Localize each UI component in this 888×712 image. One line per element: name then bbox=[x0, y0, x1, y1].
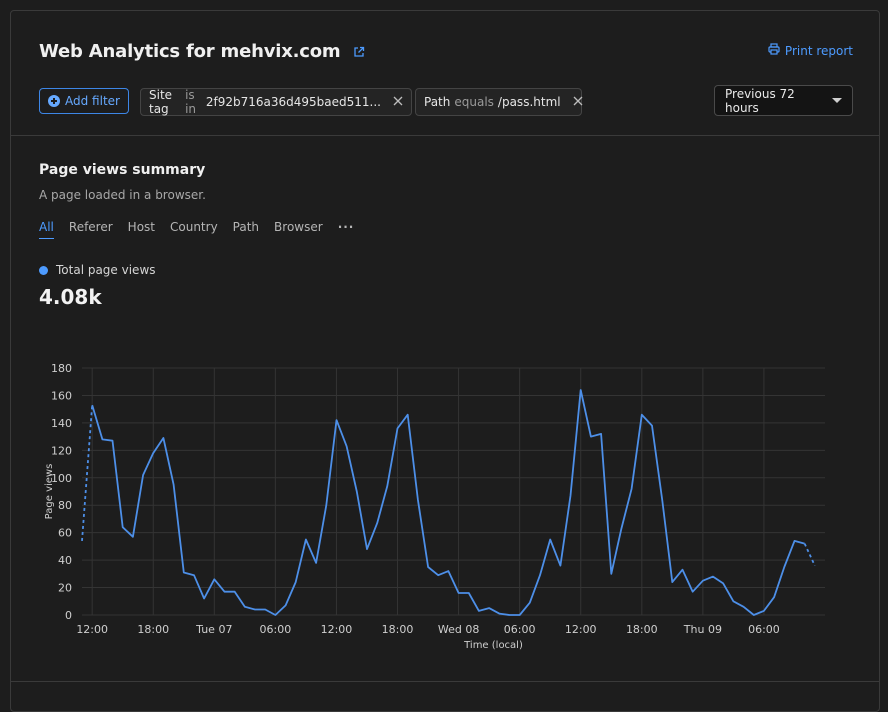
time-range-select[interactable]: Previous 72 hours bbox=[714, 85, 853, 116]
legend-label: Total page views bbox=[56, 263, 156, 277]
y-tick-label: 20 bbox=[58, 582, 72, 595]
section-subtitle: A page loaded in a browser. bbox=[39, 188, 206, 202]
printer-icon bbox=[768, 43, 780, 58]
tab-host[interactable]: Host bbox=[128, 220, 155, 239]
series-line bbox=[91, 389, 805, 616]
tab-country[interactable]: Country bbox=[170, 220, 218, 239]
y-tick-label: 120 bbox=[51, 444, 72, 457]
divider bbox=[11, 681, 879, 682]
y-tick-label: 80 bbox=[58, 499, 72, 512]
tab-all[interactable]: All bbox=[39, 220, 54, 239]
x-tick-label: 12:00 bbox=[76, 623, 108, 636]
series-legend: Total page views bbox=[39, 263, 156, 277]
chevron-down-icon bbox=[832, 98, 842, 103]
x-tick-label: 06:00 bbox=[504, 623, 536, 636]
series-line-partial-end bbox=[803, 543, 816, 566]
page-views-chart: 02040608010012014016018012:00 18:00 Tue 07… bbox=[44, 362, 825, 651]
x-axis-label: Time (local) bbox=[463, 640, 523, 651]
y-tick-label: 60 bbox=[58, 527, 72, 540]
filter-chip-site-tag[interactable]: Site tag is in 2f92b716a36d495baed511... bbox=[140, 88, 412, 116]
y-axis-label: Page views bbox=[44, 464, 55, 520]
y-tick-label: 140 bbox=[51, 417, 72, 430]
tab-path[interactable]: Path bbox=[233, 220, 259, 239]
remove-filter-icon[interactable] bbox=[393, 95, 403, 109]
x-tick-label: Wed 08 bbox=[438, 623, 479, 636]
x-tick-label: Thu 09 bbox=[683, 623, 722, 636]
section-title: Page views summary bbox=[39, 162, 206, 178]
add-filter-button[interactable]: Add filter bbox=[39, 88, 129, 114]
remove-filter-icon[interactable] bbox=[573, 95, 583, 109]
x-tick-label: 18:00 bbox=[382, 623, 414, 636]
series-line-partial-start bbox=[81, 404, 94, 541]
more-options-icon[interactable]: ··· bbox=[338, 220, 355, 239]
print-report-button[interactable]: Print report bbox=[768, 43, 853, 58]
x-tick-label: 06:00 bbox=[260, 623, 292, 636]
x-tick-label: 12:00 bbox=[321, 623, 353, 636]
y-tick-label: 40 bbox=[58, 554, 72, 567]
x-tick-label: Tue 07 bbox=[195, 623, 232, 636]
external-link-icon[interactable] bbox=[353, 42, 365, 63]
total-page-views: 4.08k bbox=[39, 285, 102, 309]
plus-circle-icon bbox=[48, 95, 60, 107]
x-tick-label: 12:00 bbox=[565, 623, 597, 636]
y-tick-label: 180 bbox=[51, 362, 72, 375]
x-tick-label: 18:00 bbox=[137, 623, 169, 636]
legend-dot bbox=[39, 265, 48, 275]
report-header: Web Analytics for mehvix.com Print repor… bbox=[11, 11, 879, 136]
tab-referer[interactable]: Referer bbox=[69, 220, 113, 239]
breakdown-tabs: All Referer Host Country Path Browser ··… bbox=[39, 220, 354, 239]
x-tick-label: 06:00 bbox=[748, 623, 780, 636]
y-tick-label: 0 bbox=[65, 609, 72, 622]
x-tick-label: 18:00 bbox=[626, 623, 658, 636]
page-title: Web Analytics for mehvix.com bbox=[39, 41, 365, 63]
filter-chip-path[interactable]: Path equals /pass.html bbox=[415, 88, 583, 116]
analytics-panel: Web Analytics for mehvix.com Print repor… bbox=[10, 10, 880, 712]
y-tick-label: 160 bbox=[51, 389, 72, 402]
tab-browser[interactable]: Browser bbox=[274, 220, 323, 239]
